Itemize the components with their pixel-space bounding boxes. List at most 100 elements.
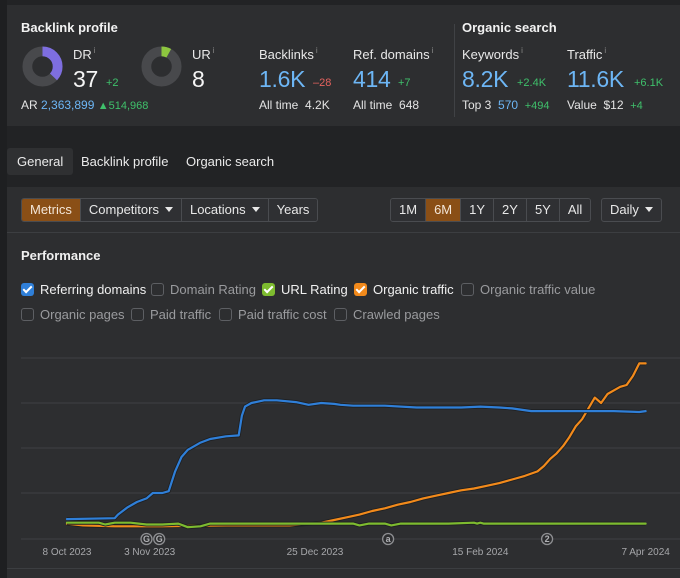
top3-row: Top 3 570 +494: [462, 98, 550, 112]
ar-row: AR 2,363,899 ▲514,968: [21, 98, 148, 112]
checkbox-organic-traffic-value[interactable]: Organic traffic value: [461, 281, 595, 297]
traffic-label: Traffic i: [567, 46, 606, 62]
keywords-delta: +2.4K: [517, 77, 547, 89]
all-time-value: 4.2K: [305, 98, 330, 112]
top3-value[interactable]: 570: [498, 98, 518, 112]
ref-domains-all-time: All time 648: [353, 98, 419, 112]
checkbox-box[interactable]: [461, 282, 474, 296]
checkbox-referring-domains[interactable]: Referring domains: [21, 281, 146, 297]
range-6m-button[interactable]: 6M: [426, 199, 462, 221]
ur-value: 8: [192, 66, 205, 92]
summary-card: Backlink profile DR i 37 +2 UR i 8 AR 2,36…: [7, 5, 680, 126]
value-delta: +4: [630, 100, 643, 112]
locations-label: Locations: [189, 202, 246, 217]
checkbox-domain-rating[interactable]: Domain Rating: [151, 281, 256, 297]
info-icon[interactable]: i: [213, 46, 215, 55]
annotation-marker[interactable]: G: [153, 532, 166, 546]
range-5y-button[interactable]: 5Y: [526, 199, 560, 221]
dr-value: 37: [73, 66, 98, 92]
range-1m-button[interactable]: 1M: [391, 199, 427, 221]
interval-dropdown[interactable]: Daily: [601, 198, 662, 222]
checkbox-label: Organic pages: [40, 306, 125, 322]
tab-backlink-profile[interactable]: Backlink profile: [71, 148, 178, 175]
years-label: Years: [276, 202, 310, 217]
locations-dropdown[interactable]: Locations: [181, 199, 269, 221]
backlinks-label: Backlinks i: [259, 46, 318, 62]
ur-donut: [141, 46, 182, 87]
info-icon[interactable]: i: [316, 46, 318, 55]
backlinks-all-time: All time 4.2K: [259, 98, 330, 112]
traffic-delta: +6.1K: [634, 77, 664, 89]
range-button-group: 1M 6M 1Y 2Y 5Y All: [390, 198, 592, 222]
all-time-value: 648: [399, 98, 420, 112]
all-time-label: All time: [353, 98, 393, 112]
checkbox-organic-pages[interactable]: Organic pages: [21, 306, 125, 322]
annotation-label: G: [143, 534, 150, 544]
checkbox-box[interactable]: [334, 307, 347, 321]
traffic-label-text: Traffic: [567, 47, 603, 62]
range-all-button[interactable]: All: [559, 199, 591, 221]
annotation-marker[interactable]: 2: [540, 532, 554, 546]
annotation-marker[interactable]: a: [381, 532, 395, 546]
ref-domains-delta: +7: [398, 77, 411, 89]
view-button-group: Metrics Competitors Locations Years: [21, 198, 319, 222]
years-button[interactable]: Years: [268, 199, 318, 221]
info-icon[interactable]: i: [94, 46, 96, 55]
panel-bottom-divider: [7, 568, 680, 569]
ref-domains-label-text: Ref. domains: [353, 47, 430, 62]
checkbox-label: Organic traffic: [373, 281, 454, 297]
tab-organic-search[interactable]: Organic search: [176, 148, 284, 175]
annotation-label: 2: [545, 534, 550, 544]
ar-label: AR: [21, 98, 38, 112]
interval-label: Daily: [610, 202, 639, 217]
tab-general[interactable]: General: [7, 148, 74, 175]
info-icon[interactable]: i: [432, 46, 434, 55]
ref-domains-label: Ref. domains i: [353, 46, 433, 62]
top3-delta: +494: [524, 100, 550, 112]
checkbox-organic-traffic[interactable]: Organic traffic: [354, 281, 454, 297]
checkbox-box[interactable]: [354, 282, 367, 296]
metrics-button-label: Metrics: [30, 202, 72, 217]
annotation-marker[interactable]: G: [140, 532, 153, 546]
toolbar-divider: [7, 232, 680, 233]
checkbox-label: Crawled pages: [353, 306, 440, 322]
metrics-button[interactable]: Metrics: [22, 199, 81, 221]
backlink-profile-title: Backlink profile: [21, 20, 118, 35]
ur-label: UR i: [192, 46, 215, 62]
ur-label-text: UR: [192, 47, 211, 62]
keywords-label-text: Keywords: [462, 47, 520, 62]
value-amount: $12: [603, 98, 624, 112]
checkbox-box[interactable]: [151, 282, 164, 296]
performance-title: Performance: [21, 248, 101, 263]
dr-label: DR i: [73, 46, 96, 62]
backlinks-value[interactable]: 1.6K: [259, 66, 305, 93]
range-1y-button[interactable]: 1Y: [461, 199, 495, 221]
keywords-value[interactable]: 8.2K: [462, 66, 508, 93]
info-icon[interactable]: i: [604, 46, 606, 55]
checkbox-box[interactable]: [131, 307, 144, 321]
caret-down-icon: [164, 207, 173, 212]
ar-delta-wrap: ▲514,968: [98, 100, 149, 112]
info-icon[interactable]: i: [521, 46, 523, 55]
checkbox-box[interactable]: [21, 307, 34, 321]
checkbox-box[interactable]: [21, 282, 34, 296]
checkbox-box[interactable]: [219, 307, 232, 321]
ar-delta: 514,968: [108, 100, 149, 112]
ar-value[interactable]: 2,363,899: [41, 98, 94, 112]
checkbox-label: Referring domains: [40, 281, 147, 297]
checkbox-box[interactable]: [262, 282, 275, 296]
checkbox-url-rating[interactable]: URL Rating: [262, 281, 348, 297]
backlinks-delta: ‒28: [313, 77, 332, 89]
dr-donut: [22, 46, 63, 87]
checkbox-label: Domain Rating: [170, 281, 256, 297]
checkbox-label: Paid traffic cost: [238, 306, 327, 322]
checkbox-crawled-pages[interactable]: Crawled pages: [334, 306, 440, 322]
ref-domains-value[interactable]: 414: [353, 66, 391, 93]
competitors-dropdown[interactable]: Competitors: [80, 199, 182, 221]
organic-search-title: Organic search: [462, 20, 557, 35]
checkbox-paid-traffic[interactable]: Paid traffic: [131, 306, 211, 322]
traffic-value[interactable]: 11.6K: [567, 66, 624, 93]
range-2y-button[interactable]: 2Y: [494, 199, 527, 221]
caret-down-icon: [644, 207, 653, 212]
checkbox-paid-traffic-cost[interactable]: Paid traffic cost: [219, 306, 327, 322]
